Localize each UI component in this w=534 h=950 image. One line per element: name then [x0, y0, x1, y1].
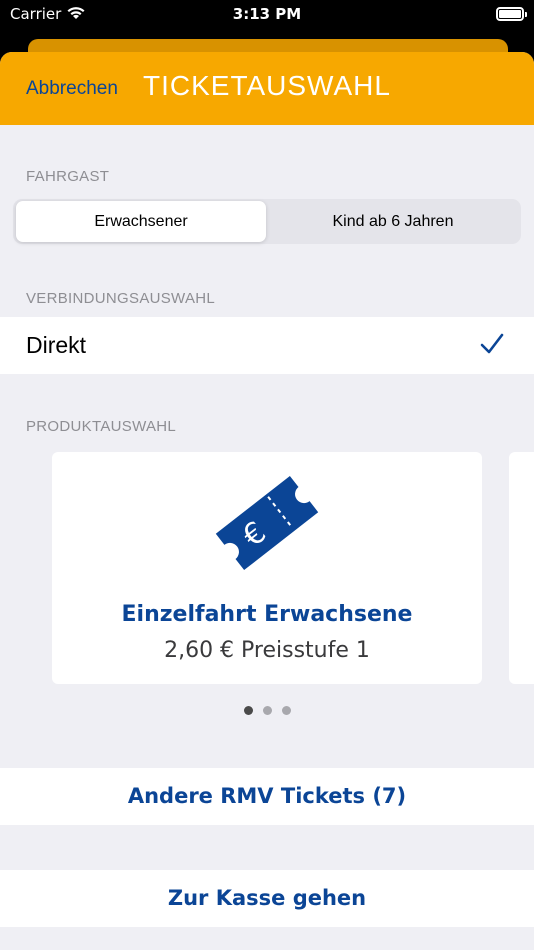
next-product-card[interactable]: [509, 452, 534, 684]
page-dot-3[interactable]: [281, 706, 291, 715]
product-price: 2,60 € Preisstufe 1: [164, 638, 370, 663]
page-title: TICKETAUSWAHL: [143, 70, 391, 101]
section-label-fahrgast: FAHRGAST: [26, 168, 110, 185]
battery-icon: [496, 7, 527, 21]
section-label-produkt: PRODUKTAUSWAHL: [26, 418, 177, 435]
page-dot-2[interactable]: [262, 706, 272, 715]
cancel-button[interactable]: Abbrechen: [26, 78, 118, 100]
product-card[interactable]: € Einzelfahrt Erwachsene 2,60 € Preisstu…: [52, 452, 482, 684]
connection-option-label: Direkt: [26, 332, 87, 358]
status-time: 3:13 PM: [232, 5, 302, 23]
ticket-euro-icon: €: [215, 475, 319, 571]
passenger-segmented-control: Erwachsener Kind ab 6 Jahren: [13, 199, 521, 244]
segment-erwachsener[interactable]: Erwachsener: [16, 201, 266, 242]
page-indicator: [0, 700, 534, 715]
segment-kind[interactable]: Kind ab 6 Jahren: [268, 201, 518, 242]
other-tickets-button[interactable]: Andere RMV Tickets (7): [0, 768, 534, 825]
product-title: Einzelfahrt Erwachsene: [121, 602, 413, 627]
checkout-button[interactable]: Zur Kasse gehen: [0, 870, 534, 927]
ticket-sheet: Abbrechen TICKETAUSWAHL FAHRGAST Erwachs…: [0, 52, 534, 950]
status-bar: Carrier 3:13 PM: [0, 0, 534, 30]
connection-option-direkt[interactable]: Direkt: [0, 317, 534, 374]
page-dot-1[interactable]: [243, 706, 253, 715]
nav-bar: Abbrechen TICKETAUSWAHL: [0, 52, 534, 125]
checkmark-icon: [480, 333, 504, 354]
section-label-verbindung: VERBINDUNGSAUSWAHL: [26, 290, 216, 307]
